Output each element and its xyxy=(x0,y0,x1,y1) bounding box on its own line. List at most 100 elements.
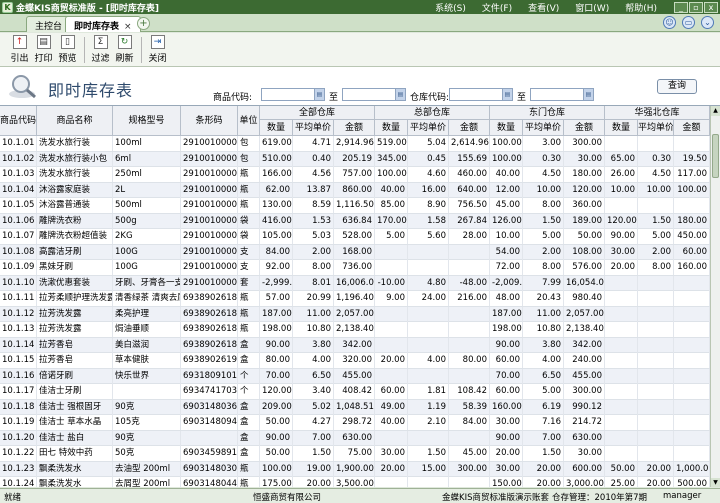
table-cell[interactable]: 45.00 xyxy=(449,446,490,461)
table-cell[interactable]: 160.00 xyxy=(490,399,523,415)
table-cell[interactable]: 50克 xyxy=(113,446,181,461)
table-cell[interactable]: 1.50 xyxy=(523,213,564,229)
table-cell[interactable] xyxy=(375,337,408,353)
table-cell[interactable]: 80.00 xyxy=(449,353,490,368)
table-cell[interactable]: 1.53 xyxy=(293,213,334,229)
table-cell[interactable] xyxy=(408,322,449,337)
table-cell[interactable] xyxy=(408,430,449,446)
table-cell[interactable] xyxy=(674,306,710,322)
table-cell[interactable]: 3.40 xyxy=(293,384,334,399)
table-cell[interactable]: 2.00 xyxy=(638,244,674,260)
table-cell[interactable]: 瓶 xyxy=(238,167,260,182)
table-cell[interactable] xyxy=(449,368,490,384)
table-cell[interactable]: 90克 xyxy=(113,430,181,446)
table-cell[interactable]: 214.72 xyxy=(564,415,605,430)
table-cell[interactable]: 300.00 xyxy=(449,461,490,477)
table-row[interactable]: 10.1.04沐浴露家庭装2L2910010000045瓶62.0013.878… xyxy=(0,182,710,198)
table-row[interactable]: 10.1.09黑妹牙刷100G2910010000090支92.008.0073… xyxy=(0,260,710,276)
table-cell[interactable]: 7.99 xyxy=(523,275,564,291)
table-cell[interactable]: 0.30 xyxy=(523,151,564,167)
table-cell[interactable]: 40.00 xyxy=(375,182,408,198)
table-cell[interactable] xyxy=(408,306,449,322)
table-cell[interactable] xyxy=(449,337,490,353)
table-cell[interactable]: 2910010000069 xyxy=(181,229,238,244)
table-cell[interactable]: 支 xyxy=(238,244,260,260)
table-cell[interactable]: 8.00 xyxy=(638,260,674,275)
table-cell[interactable]: 90.00 xyxy=(490,430,523,446)
table-cell[interactable]: 10.1.04 xyxy=(0,182,37,198)
col-avg-price[interactable]: 平均单价 xyxy=(638,120,674,136)
table-cell[interactable]: 3.80 xyxy=(523,337,564,353)
table-cell[interactable]: 19.50 xyxy=(674,151,710,167)
table-cell[interactable]: 田七 特效中药 xyxy=(37,446,113,461)
table-cell[interactable]: 2,138.40 xyxy=(334,322,375,337)
table-cell[interactable]: 2,138.40 xyxy=(564,322,605,337)
table-cell[interactable]: 576.00 xyxy=(564,260,605,275)
table-cell[interactable]: 10.1.15 xyxy=(0,353,37,368)
table-cell[interactable] xyxy=(638,399,674,415)
table-cell[interactable]: 756.50 xyxy=(449,198,490,213)
table-cell[interactable]: 3,000.00 xyxy=(564,477,605,487)
table-cell[interactable]: 10.1.01 xyxy=(0,136,37,151)
table-cell[interactable]: 快乐世界 xyxy=(113,368,181,384)
table-row[interactable]: 10.1.05沐浴露普通装500ml2910010000052瓶130.008.… xyxy=(0,198,710,214)
col-qty[interactable]: 数量 xyxy=(490,120,523,136)
table-cell[interactable]: 4.50 xyxy=(523,167,564,182)
table-cell[interactable]: 100ml xyxy=(113,136,181,151)
table-cell[interactable]: 757.00 xyxy=(334,167,375,182)
table-cell[interactable] xyxy=(605,306,638,322)
col-spec[interactable]: 规格型号 xyxy=(113,106,181,136)
table-cell[interactable]: 洗发水旅行装 xyxy=(37,136,113,151)
table-cell[interactable]: 10.1.16 xyxy=(0,368,37,384)
table-cell[interactable]: 拉芳香皂 xyxy=(37,353,113,368)
table-cell[interactable]: 沐浴露家庭装 xyxy=(37,182,113,198)
table-cell[interactable]: 13.87 xyxy=(293,182,334,198)
table-cell[interactable]: 30.00 xyxy=(375,446,408,461)
table-cell[interactable]: 瓶 xyxy=(238,461,260,477)
table-cell[interactable]: 455.00 xyxy=(334,368,375,384)
menu-system[interactable]: 系统(S) xyxy=(435,1,466,14)
table-cell[interactable]: 2910010000021 xyxy=(181,151,238,167)
table-cell[interactable]: 20.00 xyxy=(523,477,564,487)
table-cell[interactable]: 70.00 xyxy=(260,368,293,384)
table-cell[interactable]: 4.60 xyxy=(408,167,449,182)
table-row[interactable]: 10.1.13拉芳洗发露焗油垂顺6938902618037瓶198.0010.8… xyxy=(0,322,710,338)
col-amount[interactable]: 金额 xyxy=(564,120,605,136)
table-cell[interactable]: 雕牌洗衣粉超值装 xyxy=(37,229,113,244)
table-cell[interactable]: 267.84 xyxy=(449,213,490,229)
table-cell[interactable]: 瓶 xyxy=(238,291,260,306)
table-cell[interactable]: 10.00 xyxy=(523,182,564,198)
table-cell[interactable]: 11.00 xyxy=(523,306,564,322)
table-cell[interactable]: 85.00 xyxy=(375,198,408,213)
table-cell[interactable]: 10.1.07 xyxy=(0,229,37,244)
table-cell[interactable]: 20.99 xyxy=(293,291,334,306)
table-cell[interactable]: 5.02 xyxy=(293,399,334,415)
table-cell[interactable] xyxy=(638,275,674,291)
table-cell[interactable]: 5.00 xyxy=(375,229,408,244)
table-cell[interactable]: 30.00 xyxy=(564,151,605,167)
table-cell[interactable]: 300.00 xyxy=(564,136,605,151)
table-cell[interactable]: 1.58 xyxy=(408,213,449,229)
table-cell[interactable] xyxy=(449,477,490,487)
table-cell[interactable]: 6ml xyxy=(113,151,181,167)
table-cell[interactable]: 100G xyxy=(113,244,181,260)
table-cell[interactable]: 黑妹牙刷 xyxy=(37,260,113,275)
table-cell[interactable]: 26.00 xyxy=(605,167,638,182)
table-cell[interactable]: 108.42 xyxy=(449,384,490,399)
table-cell[interactable]: 105.00 xyxy=(260,229,293,244)
table-cell[interactable]: 1.81 xyxy=(408,384,449,399)
table-cell[interactable]: 187.00 xyxy=(260,306,293,322)
table-cell[interactable] xyxy=(449,244,490,260)
col-qty[interactable]: 数量 xyxy=(260,120,293,136)
table-cell[interactable]: 2.00 xyxy=(293,244,334,260)
table-cell[interactable]: 20.00 xyxy=(605,260,638,275)
table-cell[interactable] xyxy=(638,430,674,446)
lookup-icon[interactable]: ▤ xyxy=(583,89,593,100)
table-cell[interactable]: 120.00 xyxy=(605,213,638,229)
table-cell[interactable]: 9.00 xyxy=(375,291,408,306)
table-cell[interactable]: 20.00 xyxy=(375,353,408,368)
table-cell[interactable]: 187.00 xyxy=(490,306,523,322)
table-cell[interactable]: 980.40 xyxy=(564,291,605,306)
table-cell[interactable]: 117.00 xyxy=(674,167,710,182)
table-cell[interactable]: 48.00 xyxy=(490,291,523,306)
